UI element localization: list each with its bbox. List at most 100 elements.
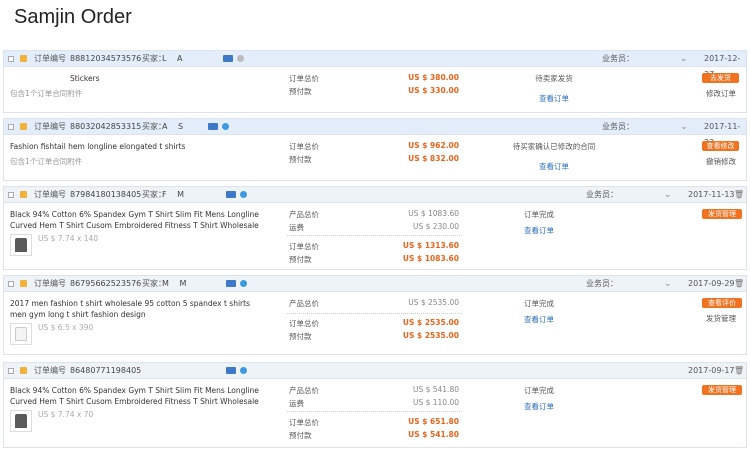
contact-card-icon[interactable]	[226, 191, 236, 198]
contact-card-icon[interactable]	[226, 367, 236, 374]
order-status: 订单完成	[524, 299, 554, 308]
buyer-name: F M	[162, 190, 185, 199]
view-review-button[interactable]: 查看评价	[702, 298, 742, 308]
total-label: 订单总价	[289, 418, 319, 427]
order-checkbox[interactable]	[8, 281, 14, 287]
salesperson-label: 业务员：	[602, 122, 634, 131]
trash-icon[interactable]: 🗑	[734, 187, 744, 203]
lock-icon	[20, 367, 27, 374]
total-value: US $ 962.00	[408, 141, 459, 150]
order-checkbox[interactable]	[8, 192, 14, 198]
product-thumbnail[interactable]	[10, 323, 32, 345]
total-label: 订单总价	[289, 142, 319, 151]
product-title[interactable]: Fashion fishtail hem longline elongated …	[10, 141, 265, 152]
order-number[interactable]: 86795662523576	[70, 276, 141, 292]
total-value: US $ 2535.00	[402, 318, 459, 327]
product-thumbnail[interactable]	[10, 410, 32, 432]
order-number-label: 订单编号	[34, 54, 66, 63]
view-order-link[interactable]: 查看订单	[489, 225, 589, 236]
order-checkbox[interactable]	[8, 124, 14, 130]
total-label: 订单总价	[289, 74, 319, 83]
product-total-value: US $ 1083.60	[408, 209, 459, 218]
product-title[interactable]: Black 94% Cotton 6% Spandex Gym T Shirt …	[10, 209, 265, 231]
order-header: 订单编号 88812034573576 买家： L A 业务员： ⌄ 2017-…	[4, 51, 746, 79]
buyer-name: L A	[162, 54, 183, 63]
buyer-name: A S	[162, 122, 184, 131]
lock-icon	[20, 280, 27, 287]
divider	[287, 411, 462, 412]
order-card: 订单编号 86795662523576 买家： M M 业务员： ⌄ 2017-…	[3, 275, 747, 355]
order-number-label: 订单编号	[34, 190, 66, 199]
tshirt-icon	[15, 414, 27, 428]
product-title[interactable]: Black 94% Cotton 6% Spandex Gym T Shirt …	[10, 385, 265, 407]
contact-card-icon[interactable]	[208, 123, 218, 130]
view-order-link[interactable]: 查看订单	[504, 93, 604, 104]
order-card: 订单编号 88032042853315 买家： A S 业务员： ⌄ 2017-…	[3, 118, 747, 181]
tshirt-icon	[15, 238, 27, 252]
shipping-manage-button[interactable]: 发货管理	[702, 209, 742, 219]
attachment-note[interactable]: 包含1个订单合同附件	[10, 156, 82, 167]
order-checkbox[interactable]	[8, 368, 14, 374]
total-value: US $ 1313.60	[402, 241, 459, 250]
prepay-label: 预付款	[289, 332, 312, 341]
order-date: 2017-09-29	[688, 279, 735, 288]
order-card: 订单编号 87984180138405 买家： F M 业务员： ⌄ 2017-…	[3, 186, 747, 270]
lock-icon	[20, 55, 27, 62]
order-number-label: 订单编号	[34, 122, 66, 131]
view-changes-button[interactable]: 查看修改	[702, 141, 739, 151]
prepay-value: US $ 330.00	[408, 86, 459, 95]
lock-icon	[20, 191, 27, 198]
order-header: 订单编号 88032042853315 买家： A S 业务员： ⌄ 2017-…	[4, 119, 746, 147]
salesperson-label: 业务员：	[586, 279, 618, 288]
lock-icon	[20, 123, 27, 130]
chevron-down-icon[interactable]: ⌄	[664, 187, 672, 203]
chevron-down-icon[interactable]: ⌄	[664, 276, 672, 292]
contact-card-icon[interactable]	[226, 280, 236, 287]
attachment-note[interactable]: 包含1个订单合同附件	[10, 88, 82, 99]
shipping-manage-link[interactable]: 发货管理	[694, 313, 748, 324]
product-thumbnail[interactable]	[10, 234, 32, 256]
revoke-changes-link[interactable]: 撤销修改	[694, 156, 748, 167]
prepay-label: 预付款	[289, 87, 312, 96]
view-order-link[interactable]: 查看订单	[504, 161, 604, 172]
shipping-manage-button[interactable]: 发货管理	[702, 385, 742, 395]
prepay-value: US $ 2535.00	[402, 331, 459, 340]
prepay-value: US $ 1083.60	[402, 254, 459, 263]
order-header: 订单编号 86480771198405 2017-09-17 🗑	[4, 363, 746, 379]
order-number[interactable]: 88032042853315	[70, 119, 141, 135]
order-status: 订单完成	[524, 386, 554, 395]
order-checkbox[interactable]	[8, 56, 14, 62]
modify-order-link[interactable]: 修改订单	[694, 88, 748, 99]
order-number[interactable]: 88812034573576	[70, 51, 141, 67]
prepay-label: 预付款	[289, 155, 312, 164]
view-order-link[interactable]: 查看订单	[489, 401, 589, 412]
order-card: 订单编号 88812034573576 买家： L A 业务员： ⌄ 2017-…	[3, 50, 747, 113]
shipping-label: 运费	[289, 399, 304, 408]
order-number-label: 订单编号	[34, 279, 66, 288]
order-number[interactable]: 86480771198405	[70, 363, 141, 379]
trash-icon[interactable]: 🗑	[734, 276, 744, 292]
order-status: 订单完成	[524, 210, 554, 219]
prepay-label: 预付款	[289, 255, 312, 264]
product-total-label: 产品总价	[289, 299, 319, 308]
product-total-label: 产品总价	[289, 386, 319, 395]
product-total-label: 产品总价	[289, 210, 319, 219]
product-title[interactable]: 2017 men fashion t shirt wholesale 95 co…	[10, 298, 265, 320]
order-number[interactable]: 87984180138405	[70, 187, 141, 203]
ship-button[interactable]: 去发货	[702, 73, 739, 83]
order-card: 订单编号 86480771198405 2017-09-17 🗑 Black 9…	[3, 362, 747, 448]
page-title: Samjin Order	[14, 6, 132, 28]
chevron-down-icon[interactable]: ⌄	[680, 119, 688, 135]
status-dot-icon	[222, 123, 229, 130]
salesperson-label: 业务员：	[586, 190, 618, 199]
contact-card-icon[interactable]	[223, 55, 233, 62]
product-title[interactable]: Stickers	[70, 73, 325, 84]
chevron-down-icon[interactable]: ⌄	[680, 51, 688, 67]
salesperson-label: 业务员：	[602, 54, 634, 63]
total-label: 订单总价	[289, 319, 319, 328]
status-dot-icon	[240, 191, 247, 198]
tshirt-icon	[15, 327, 27, 341]
product-total-value: US $ 541.80	[412, 385, 459, 394]
view-order-link[interactable]: 查看订单	[489, 314, 589, 325]
trash-icon[interactable]: 🗑	[734, 363, 744, 379]
